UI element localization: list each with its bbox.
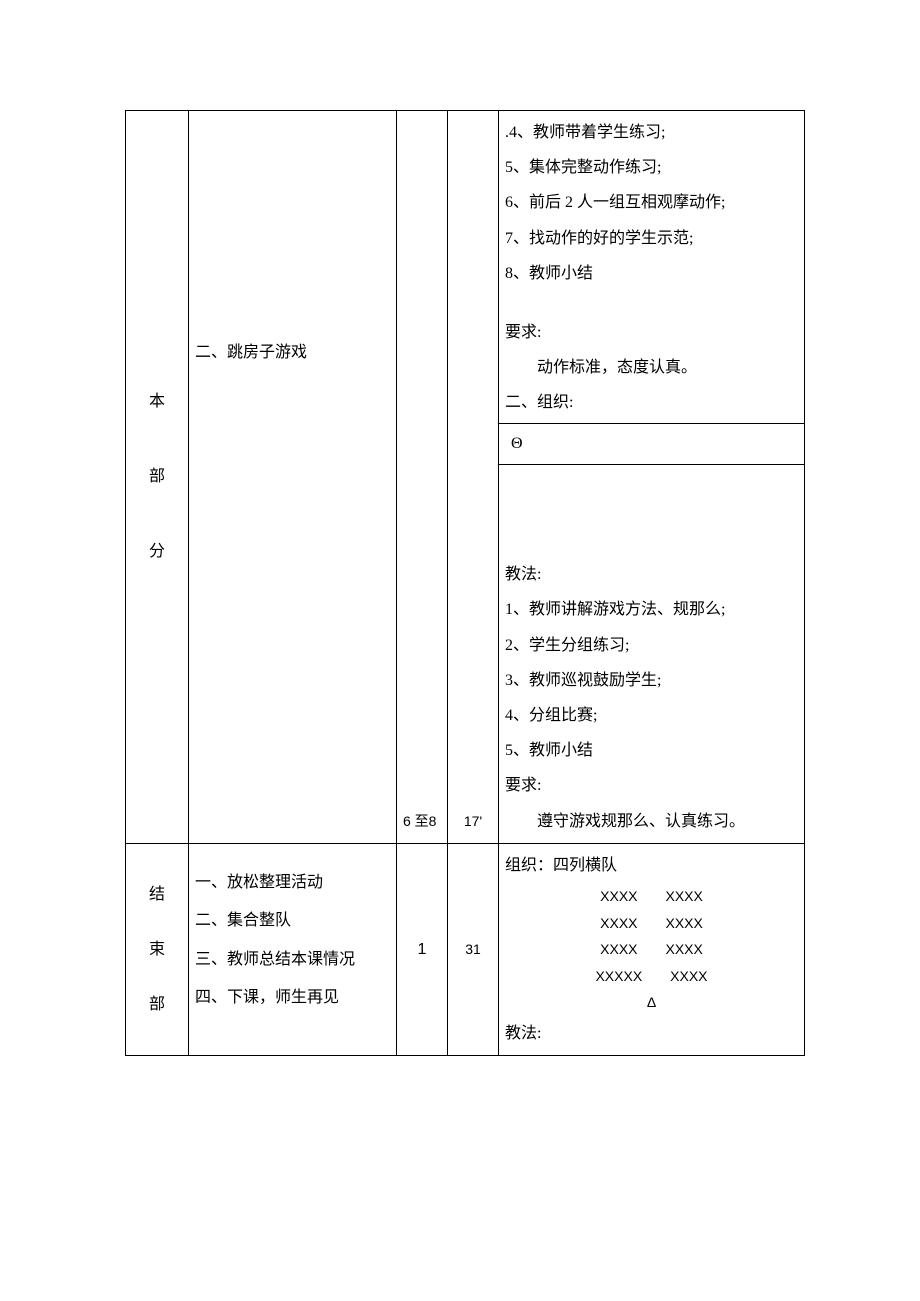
content-item: 二、集合整队 [195, 902, 390, 940]
count-cell: 1 [397, 843, 448, 1055]
requirement-text: 遵守游戏规那么、认真练习。 [505, 804, 798, 839]
detail-line: 6、前后 2 人一组互相观摩动作; [505, 185, 798, 220]
detail-cell: 组织：四列横队 XXXX XXXX XXXX XXXX XXXX XXXX XX… [499, 843, 805, 1055]
theta-symbol: Θ [511, 435, 523, 452]
content-cell: 一、放松整理活动 二、集合整队 三、教师总结本课情况 四、下课，师生再见 [189, 843, 397, 1055]
section-char: 分 [132, 534, 182, 569]
content-cell: 二、跳房子游戏 [189, 111, 397, 844]
time-cell: 31 [448, 843, 499, 1055]
count-value: 1 [418, 941, 427, 958]
content-item: 二、跳房子游戏 [195, 335, 390, 370]
formation-row: XXXXX XXXX [505, 963, 798, 990]
organization-diagram: Θ [499, 423, 804, 466]
detail-cell: .4、教师带着学生练习; 5、集体完整动作练习; 6、前后 2 人一组互相观摩动… [499, 111, 805, 844]
detail-line: .4、教师带着学生练习; [505, 115, 798, 150]
section-vertical-text: 结 束 部 [132, 877, 182, 1023]
section-char: 结 [132, 877, 182, 912]
count-value: 6 至8 [403, 813, 436, 829]
detail-line: 7、找动作的好的学生示范; [505, 221, 798, 256]
section-char: 本 [132, 384, 182, 419]
formation-row: XXXX XXXX [505, 910, 798, 937]
time-cell: 17' [448, 111, 499, 844]
formation-row: XXXX XXXX [505, 936, 798, 963]
method-line: 4、分组比赛; [505, 698, 798, 733]
section-char: 束 [132, 932, 182, 967]
detail-line: 8、教师小结 [505, 256, 798, 291]
requirement-label: 要求: [505, 315, 798, 350]
lesson-plan-table: 本 部 分 二、跳房子游戏 6 至8 17' .4、教师带着学生练习; 5、集体… [125, 110, 805, 1056]
triangle-symbol: Δ [505, 989, 798, 1016]
requirement-label: 要求: [505, 768, 798, 803]
method-label: 教法: [505, 557, 798, 592]
method-line: 5、教师小结 [505, 733, 798, 768]
method-line: 1、教师讲解游戏方法、规那么; [505, 592, 798, 627]
organization-label: 组织：四列横队 [505, 848, 798, 883]
section-label-cell: 结 束 部 [126, 843, 189, 1055]
section-label-cell: 本 部 分 [126, 111, 189, 844]
content-item: 四、下课，师生再见 [195, 979, 390, 1017]
method-label: 教法: [505, 1016, 798, 1051]
table-row: 结 束 部 一、放松整理活动 二、集合整队 三、教师总结本课情况 四、下课，师生… [126, 843, 805, 1055]
section-char: 部 [132, 459, 182, 494]
document-page: 本 部 分 二、跳房子游戏 6 至8 17' .4、教师带着学生练习; 5、集体… [0, 0, 920, 1116]
table-row: 本 部 分 二、跳房子游戏 6 至8 17' .4、教师带着学生练习; 5、集体… [126, 111, 805, 844]
detail-line: 5、集体完整动作练习; [505, 150, 798, 185]
formation-diagram: XXXX XXXX XXXX XXXX XXXX XXXX XXXXX XXXX… [505, 883, 798, 1016]
time-value: 31 [465, 941, 481, 957]
content-item: 三、教师总结本课情况 [195, 941, 390, 979]
method-line: 2、学生分组练习; [505, 628, 798, 663]
requirement-text: 动作标准，态度认真。 [505, 350, 798, 385]
organization-label: 二、组织: [505, 385, 798, 420]
method-line: 3、教师巡视鼓励学生; [505, 663, 798, 698]
time-value: 17' [464, 813, 482, 829]
content-item: 一、放松整理活动 [195, 864, 390, 902]
section-vertical-text: 本 部 分 [132, 384, 182, 570]
formation-row: XXXX XXXX [505, 883, 798, 910]
section-char: 部 [132, 987, 182, 1022]
count-cell: 6 至8 [397, 111, 448, 844]
